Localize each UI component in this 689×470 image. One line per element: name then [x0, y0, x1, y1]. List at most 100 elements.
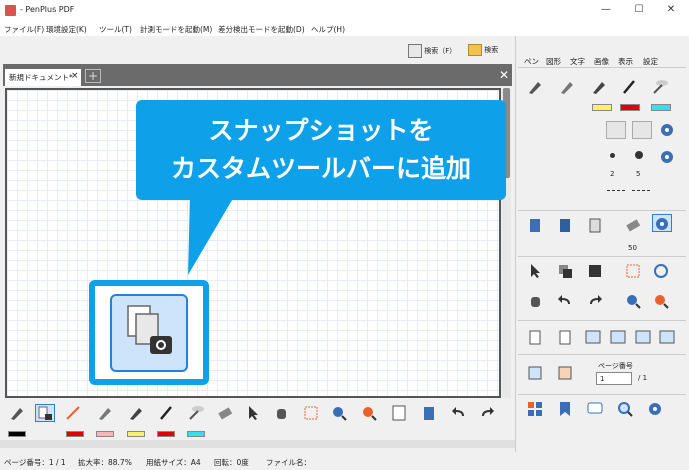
minimize-button[interactable]: —	[595, 3, 617, 17]
panel-zoom-out-icon[interactable]	[624, 292, 644, 310]
panel-paste-icon[interactable]	[586, 262, 606, 280]
menu-tools[interactable]: ツール(T)	[99, 24, 132, 35]
panel-brush-icon[interactable]	[620, 78, 640, 96]
panel-fit-page-icon[interactable]	[609, 328, 629, 346]
panel-width-gear-icon[interactable]	[658, 148, 678, 166]
panel-gear-icon[interactable]	[646, 400, 666, 418]
panel-select-icon[interactable]	[526, 262, 546, 280]
tab-shape[interactable]: 図形	[546, 56, 561, 67]
text-stamp-icon[interactable]	[187, 404, 207, 422]
tab-text[interactable]: 文字	[570, 56, 585, 67]
panel-marker-icon[interactable]	[590, 78, 610, 96]
snapshot-icon[interactable]	[35, 404, 55, 422]
panel-insert-2-icon[interactable]	[556, 216, 576, 234]
line-width-large-dot[interactable]	[635, 151, 643, 159]
panel-fit-width-icon[interactable]	[584, 328, 604, 346]
menu-preferences[interactable]: 環境設定(K)	[46, 24, 87, 35]
panel-comment-icon[interactable]	[586, 400, 606, 418]
document-tab-strip: 新規ドキュメント* × + ✕	[3, 64, 512, 86]
panel-swatch-red[interactable]	[620, 104, 640, 111]
panel-bookmark-icon[interactable]	[556, 400, 576, 418]
callout-line-2: カスタムツールバーに追加	[170, 154, 471, 183]
panel-stamp-icon[interactable]	[651, 78, 671, 96]
color-swatch-red-2[interactable]	[157, 431, 175, 437]
custom-toolbar	[0, 398, 515, 446]
color-swatch-pink[interactable]	[96, 431, 114, 437]
panel-area-icon[interactable]	[624, 262, 644, 280]
tab-new-document[interactable]: 新規ドキュメント*	[5, 69, 81, 86]
panel-eraser-icon[interactable]	[624, 216, 644, 234]
undo-icon[interactable]	[450, 404, 470, 422]
menu-help[interactable]: ヘルプ(H)	[311, 24, 345, 35]
tab-image[interactable]: 画像	[594, 56, 609, 67]
color-swatch-red[interactable]	[66, 431, 84, 437]
panel-swatch-cyan[interactable]	[651, 104, 671, 111]
panel-page-last-icon[interactable]	[556, 328, 576, 346]
panel-style-box-1[interactable]	[606, 121, 626, 139]
search-button[interactable]: 検索（F）	[408, 44, 456, 62]
status-paper-size: 用紙サイズ：A4	[146, 458, 201, 467]
menu-file[interactable]: ファイル(F)	[4, 24, 44, 35]
add-tab-button[interactable]: +	[85, 69, 101, 83]
panel-next-page-icon[interactable]	[556, 364, 576, 382]
eraser-icon[interactable]	[216, 404, 236, 422]
panel-undo-icon[interactable]	[556, 292, 576, 310]
panel-copy-icon[interactable]	[556, 262, 576, 280]
brush-icon[interactable]	[157, 404, 177, 422]
close-document-button[interactable]: ✕	[497, 69, 511, 83]
pen-icon[interactable]	[8, 404, 28, 422]
panel-fit-height-icon[interactable]	[634, 328, 654, 346]
resize-arrow-icon[interactable]	[64, 404, 84, 422]
close-button[interactable]: ✕	[660, 3, 682, 17]
panel-target-icon[interactable]	[652, 262, 672, 280]
horizontal-scrollbar[interactable]	[0, 440, 515, 448]
panel-hand-icon[interactable]	[526, 292, 546, 310]
panel-style-box-2[interactable]	[632, 121, 652, 139]
panel-page-first-icon[interactable]	[526, 328, 546, 346]
folder-search-icon	[468, 44, 482, 56]
marker-icon[interactable]	[127, 404, 147, 422]
snapshot-highlight	[89, 280, 209, 385]
area-select-icon[interactable]	[302, 404, 322, 422]
dash-style-1[interactable]	[607, 190, 625, 191]
line-width-small-dot[interactable]	[610, 153, 615, 158]
menu-measure-mode[interactable]: 計測モードを起動(M)	[140, 24, 212, 35]
line-width-5-label: 5	[636, 170, 641, 178]
tab-close-icon[interactable]: ×	[71, 71, 79, 81]
panel-redo-icon[interactable]	[586, 292, 606, 310]
insert-page-icon[interactable]	[420, 404, 440, 422]
select-arrow-icon[interactable]	[244, 404, 264, 422]
maximize-button[interactable]: ☐	[628, 3, 650, 17]
tab-view[interactable]: 表示	[618, 56, 633, 67]
panel-eraser-gear-icon[interactable]	[652, 214, 672, 232]
color-swatch-yellow[interactable]	[127, 431, 145, 437]
panel-swatch-yellow[interactable]	[592, 104, 612, 111]
hand-pan-icon[interactable]	[272, 404, 292, 422]
panel-insert-icon[interactable]	[526, 216, 546, 234]
panel-delete-page-icon[interactable]	[586, 216, 606, 234]
panel-grid-icon[interactable]	[526, 400, 546, 418]
folder-search-button[interactable]: 検索	[468, 44, 498, 62]
color-swatch-cyan[interactable]	[187, 431, 205, 437]
highlighter-icon[interactable]	[96, 404, 116, 422]
page-number-input[interactable]: 1	[596, 372, 632, 385]
panel-highlighter-icon[interactable]	[558, 78, 578, 96]
right-tool-panel	[515, 36, 689, 452]
color-swatch-black[interactable]	[8, 431, 26, 437]
panel-settings-gear-icon[interactable]	[658, 121, 678, 139]
tab-settings[interactable]: 設定	[643, 56, 658, 67]
menu-diff-mode[interactable]: 差分検出モードを起動(D)	[218, 24, 305, 35]
status-page: ページ番号：1 / 1	[4, 458, 66, 467]
panel-prev-page-icon[interactable]	[526, 364, 546, 382]
app-icon	[5, 5, 16, 16]
panel-zoom-in-icon[interactable]	[652, 292, 672, 310]
page-fit-icon[interactable]	[390, 404, 410, 422]
panel-pen-icon[interactable]	[526, 78, 546, 96]
redo-icon[interactable]	[478, 404, 498, 422]
zoom-in-icon[interactable]	[360, 404, 380, 422]
zoom-out-icon[interactable]	[330, 404, 350, 422]
dash-style-2[interactable]	[632, 190, 650, 191]
panel-actual-size-icon[interactable]	[658, 328, 678, 346]
panel-search-icon[interactable]	[616, 400, 636, 418]
callout-line-1: スナップショットを	[208, 116, 434, 145]
